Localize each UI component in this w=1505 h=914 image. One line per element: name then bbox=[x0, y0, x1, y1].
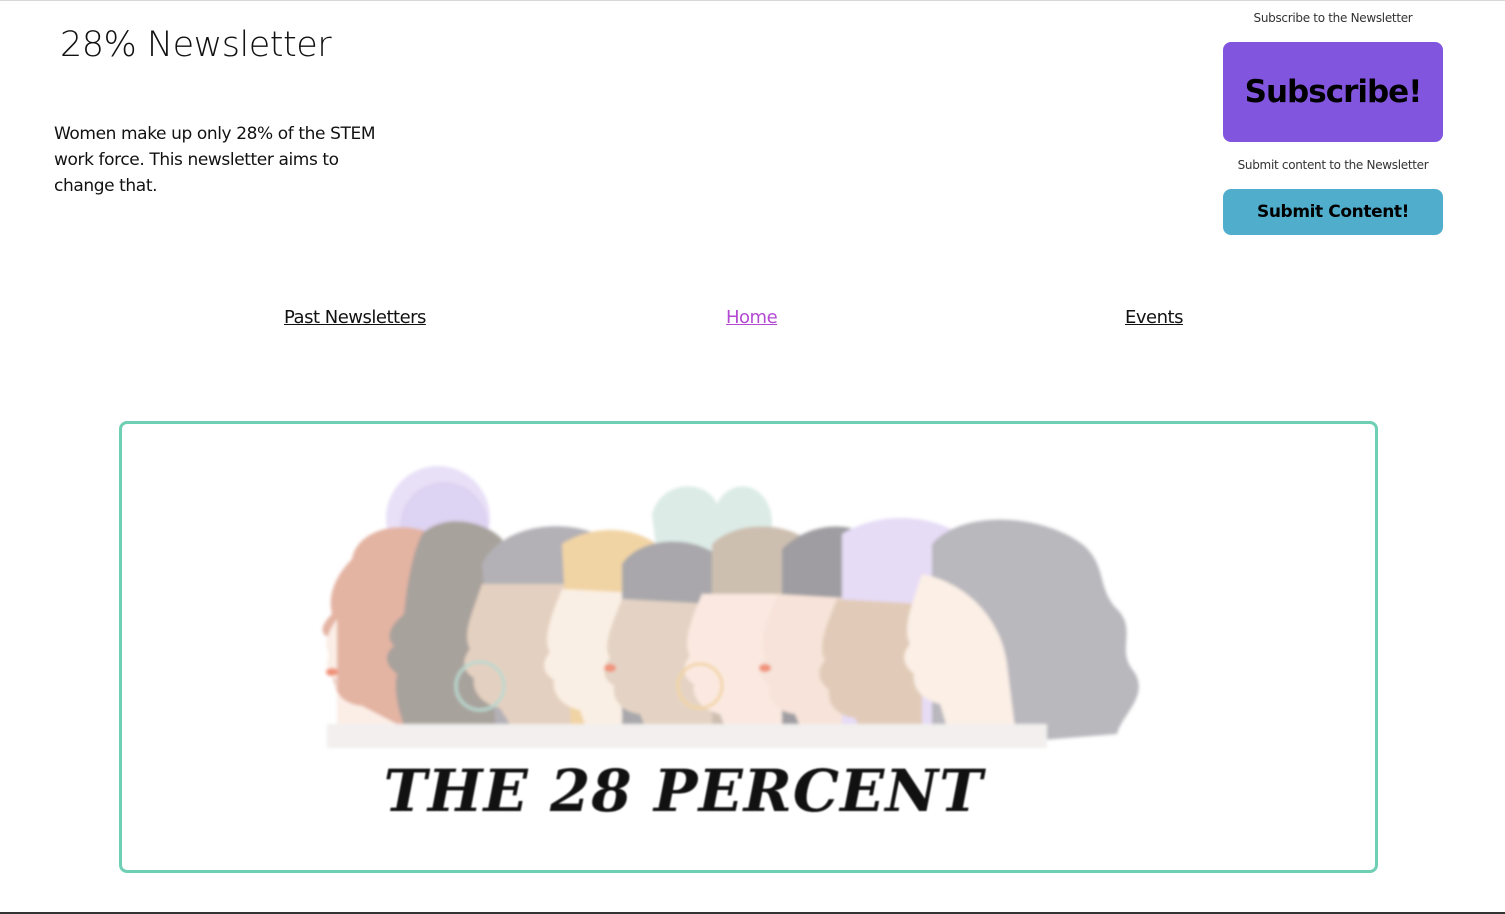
site-tagline: Women make up only 28% of the STEM work … bbox=[54, 124, 376, 196]
banner-heading-text: THE 28 PERCENT bbox=[383, 757, 984, 825]
nav-link-events[interactable]: Events bbox=[1125, 307, 1183, 328]
submit-caption: Submit content to the Newsletter bbox=[1237, 158, 1429, 172]
banner-image-frame: THE 28 PERCENT bbox=[119, 421, 1378, 873]
submit-content-button[interactable]: Submit Content! bbox=[1223, 189, 1443, 235]
subscribe-button[interactable]: Subscribe! bbox=[1223, 42, 1443, 142]
subscribe-caption: Subscribe to the Newsletter bbox=[1253, 11, 1413, 25]
nav-link-home[interactable]: Home bbox=[726, 307, 778, 328]
nav-link-past-newsletters[interactable]: Past Newsletters bbox=[284, 307, 426, 328]
page: 28% Newsletter Women make up only 28% of… bbox=[0, 0, 1505, 914]
main-nav: Past Newsletters Home Events bbox=[0, 307, 1505, 333]
site-title: 28% Newsletter bbox=[60, 25, 332, 65]
